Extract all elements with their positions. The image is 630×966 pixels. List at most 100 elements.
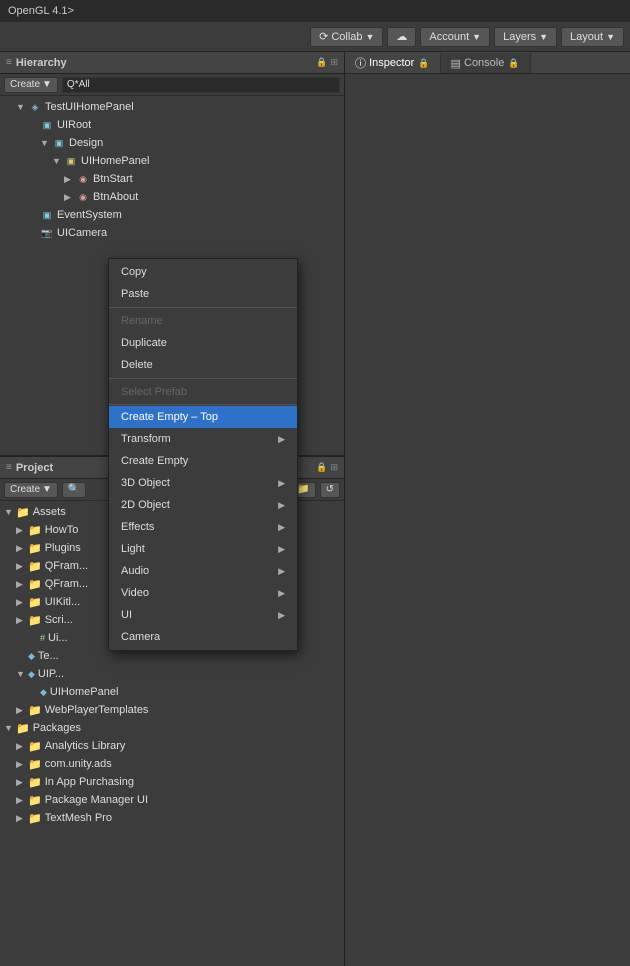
inspector-lock: 🔒 (418, 58, 429, 69)
project-header-actions: 🔒 ⊞ (316, 462, 338, 473)
ctx-item-ui[interactable]: UI ▶ (109, 604, 297, 626)
project-lock-icon: 🔒 (316, 462, 327, 473)
gameobj-icon: ▣ (40, 208, 54, 222)
tab-console[interactable]: ▤ Console 🔒 (441, 53, 531, 73)
project-refresh-button[interactable]: ↺ (320, 482, 340, 498)
hierarchy-header: ≡ Hierarchy 🔒 ⊞ (0, 52, 344, 74)
tab-inspector[interactable]: ⓘ Inspector 🔒 (345, 53, 441, 73)
ctx-item-audio[interactable]: Audio ▶ (109, 560, 297, 582)
folder-icon: 📁 (28, 740, 42, 753)
title-text: OpenGL 4.1> (8, 5, 74, 17)
canvas-icon: ▣ (64, 154, 78, 168)
search-icon: 🔍 (68, 484, 80, 495)
hierarchy-item-testuihomepanel[interactable]: ▼ ◈ TestUIHomePanel (0, 98, 344, 116)
folder-icon: 📁 (28, 704, 42, 717)
ctx-arrow: ▶ (278, 588, 285, 599)
ctx-arrow: ▶ (278, 566, 285, 577)
ctx-item-delete[interactable]: Delete (109, 354, 297, 376)
layers-arrow: ▼ (539, 32, 548, 42)
console-icon: ▤ (451, 57, 461, 70)
project-search-button[interactable]: 🔍 (62, 482, 86, 498)
main-toolbar: ⟳ Collab ▼ ☁ Account ▼ Layers ▼ Layout ▼ (0, 22, 630, 52)
console-lock: 🔒 (508, 58, 519, 69)
tree-arrow: ▼ (40, 138, 52, 148)
folder-icon: 📁 (28, 614, 42, 627)
folder-icon: 📁 (28, 758, 42, 771)
cs-icon: # (40, 633, 45, 643)
ctx-separator-1 (109, 307, 297, 308)
project-item-packagemanager[interactable]: ▶ 📁 Package Manager UI (0, 791, 344, 809)
btn-icon: ◉ (76, 190, 90, 204)
account-button[interactable]: Account ▼ (420, 27, 490, 47)
ctx-separator-2 (109, 378, 297, 379)
account-arrow: ▼ (472, 32, 481, 42)
ctx-arrow: ▶ (278, 610, 285, 621)
project-item-packages[interactable]: ▼ 📁 Packages (0, 719, 344, 737)
ctx-item-rename: Rename (109, 310, 297, 332)
hierarchy-maximize-icon[interactable]: ⊞ (330, 57, 338, 68)
project-item-webplayer[interactable]: ▶ 📁 WebPlayerTemplates (0, 701, 344, 719)
main-layout: ≡ Hierarchy 🔒 ⊞ Create ▼ ▼ ◈ TestUIHom (0, 52, 630, 966)
hierarchy-search-input[interactable] (62, 77, 340, 93)
project-item-ads[interactable]: ▶ 📁 com.unity.ads (0, 755, 344, 773)
project-item-iap[interactable]: ▶ 📁 In App Purchasing (0, 773, 344, 791)
project-icon: ≡ (6, 462, 12, 473)
layout-arrow: ▼ (606, 32, 615, 42)
title-bar: OpenGL 4.1> (0, 0, 630, 22)
hierarchy-item-btnabout[interactable]: ▶ ◉ BtnAbout (0, 188, 344, 206)
hierarchy-item-btnstart[interactable]: ▶ ◉ BtnStart (0, 170, 344, 188)
hierarchy-create-arrow: ▼ (42, 79, 52, 90)
folder-icon: 📁 (16, 506, 30, 519)
hierarchy-title: Hierarchy (16, 57, 67, 69)
cloud-icon: ☁ (396, 30, 407, 43)
ctx-arrow: ▶ (278, 434, 285, 445)
project-title: Project (16, 462, 53, 474)
hierarchy-create-button[interactable]: Create ▼ (4, 77, 58, 93)
context-menu-create: Create Empty – Top Transform ▶ Create Em… (109, 404, 297, 648)
tree-arrow: ▼ (16, 102, 28, 112)
ctx-item-select-prefab: Select Prefab (109, 381, 297, 403)
hierarchy-sub-toolbar: Create ▼ (0, 74, 344, 96)
project-create-arrow: ▼ (42, 484, 52, 495)
gameobj-icon: ▣ (40, 118, 54, 132)
collab-arrow: ▼ (366, 32, 375, 42)
ctx-item-transform[interactable]: Transform ▶ (109, 428, 297, 450)
ctx-item-light[interactable]: Light ▶ (109, 538, 297, 560)
ctx-arrow: ▶ (278, 522, 285, 533)
ctx-item-copy[interactable]: Copy (109, 261, 297, 283)
tree-arrow: ▶ (64, 192, 76, 203)
ctx-item-effects[interactable]: Effects ▶ (109, 516, 297, 538)
hierarchy-item-uicamera[interactable]: 📷 UICamera (0, 224, 344, 242)
folder-icon: 📁 (28, 542, 42, 555)
prefab-icon: ◆ (28, 651, 35, 662)
project-item-uip[interactable]: ▼ ◆ UIP... (0, 665, 344, 683)
btn-icon: ◉ (76, 172, 90, 186)
cloud-button[interactable]: ☁ (387, 27, 416, 47)
ctx-item-2d-object[interactable]: 2D Object ▶ (109, 494, 297, 516)
folder-icon: 📁 (28, 812, 42, 825)
layout-button[interactable]: Layout ▼ (561, 27, 624, 47)
ctx-item-duplicate[interactable]: Duplicate (109, 332, 297, 354)
ctx-item-3d-object[interactable]: 3D Object ▶ (109, 472, 297, 494)
project-item-analytics[interactable]: ▶ 📁 Analytics Library (0, 737, 344, 755)
project-create-button[interactable]: Create ▼ (4, 482, 58, 498)
project-item-uihomepanel[interactable]: ◆ UIHomePanel (0, 683, 344, 701)
project-item-textmesh[interactable]: ▶ 📁 TextMesh Pro (0, 809, 344, 827)
ctx-arrow: ▶ (278, 500, 285, 511)
layers-button[interactable]: Layers ▼ (494, 27, 557, 47)
ctx-item-paste[interactable]: Paste (109, 283, 297, 305)
folder-icon: 📁 (28, 524, 42, 537)
hierarchy-item-design[interactable]: ▼ ▣ Design (0, 134, 344, 152)
ctx-item-create-empty-top[interactable]: Create Empty – Top (109, 406, 297, 428)
hierarchy-item-eventsystem[interactable]: ▣ EventSystem (0, 206, 344, 224)
ctx-item-video[interactable]: Video ▶ (109, 582, 297, 604)
project-maximize-icon[interactable]: ⊞ (330, 462, 338, 473)
ctx-item-camera[interactable]: Camera (109, 626, 297, 648)
hierarchy-item-uihomepanel[interactable]: ▼ ▣ UIHomePanel (0, 152, 344, 170)
folder-icon: 📁 (28, 596, 42, 609)
hierarchy-item-uiroot[interactable]: ▣ UIRoot (0, 116, 344, 134)
folder-icon: 📁 (16, 722, 30, 735)
collab-button[interactable]: ⟳ Collab ▼ (310, 27, 383, 47)
ctx-item-create-empty[interactable]: Create Empty (109, 450, 297, 472)
collab-icon: ⟳ (319, 30, 328, 43)
